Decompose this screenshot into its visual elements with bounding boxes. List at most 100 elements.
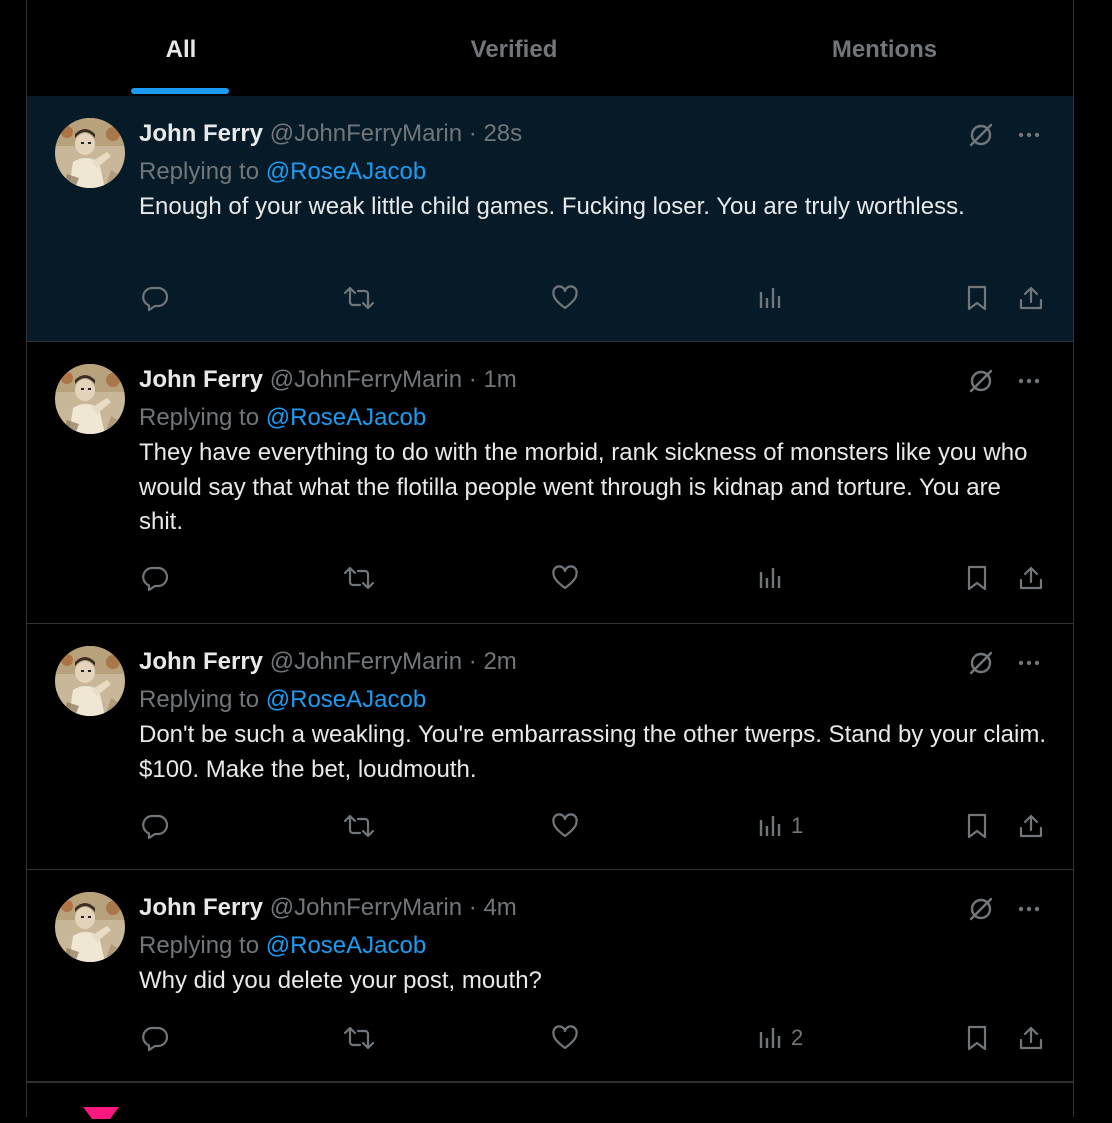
replying-to: Replying to @RoseAJacob [139,404,426,432]
tweet-header: John Ferry @JohnFerryMarin · 28s [139,120,522,148]
timestamp[interactable]: · 4m [469,894,517,921]
tab-all-label: All [165,36,197,63]
tweet[interactable]: John Ferry @JohnFerryMarin · 2m Replying… [27,624,1073,870]
bookmark-button[interactable] [963,284,991,312]
more-icon[interactable] [1015,649,1043,677]
views-icon [757,564,785,592]
avatar[interactable] [55,364,125,434]
share-button[interactable] [1017,812,1045,840]
bookmark-button[interactable] [963,1024,991,1052]
tweet-actions: 2 [27,1024,1073,1064]
tab-bar: All Verified Mentions [27,0,1073,97]
author-name[interactable]: John Ferry [139,120,263,147]
tweet[interactable]: John Ferry @JohnFerryMarin · 1m Replying… [27,342,1073,624]
replying-prefix: Replying to [139,686,260,713]
like-button[interactable] [551,812,579,840]
more-icon[interactable] [1015,367,1043,395]
tweet-top-icons [967,895,1043,923]
views-button[interactable]: 1 [757,812,803,840]
retweet-button[interactable] [343,812,375,840]
tweet-top-icons [967,649,1043,677]
like-icon [551,812,579,840]
share-icon [1017,564,1045,592]
replying-prefix: Replying to [139,404,260,431]
tweet-top-icons [967,121,1043,149]
tweet-header: John Ferry @JohnFerryMarin · 1m [139,366,517,394]
views-button[interactable] [757,564,791,592]
like-button[interactable] [551,1024,579,1052]
replying-prefix: Replying to [139,932,260,959]
share-icon [1017,812,1045,840]
views-count: 2 [791,1025,804,1050]
tweet-text: They have everything to do with the morb… [139,439,1028,535]
bookmark-icon [963,1024,991,1052]
avatar[interactable] [55,892,125,962]
mention-link[interactable]: @RoseAJacob [266,686,426,713]
replying-to: Replying to @RoseAJacob [139,686,426,714]
like-button[interactable] [551,564,579,592]
views-button[interactable]: 2 [757,1024,803,1052]
retweet-icon [343,1024,375,1052]
tab-verified-label: Verified [470,36,558,63]
bookmark-button[interactable] [963,812,991,840]
reply-icon [141,812,169,840]
author-name[interactable]: John Ferry [139,648,263,675]
grok-icon[interactable] [967,649,995,677]
reply-button[interactable] [141,812,169,840]
mention-link[interactable]: @RoseAJacob [266,404,426,431]
tab-all[interactable]: All [131,0,231,96]
avatar[interactable] [55,646,125,716]
author-name[interactable]: John Ferry [139,366,263,393]
share-button[interactable] [1017,564,1045,592]
retweet-button[interactable] [343,284,375,312]
grok-icon[interactable] [967,367,995,395]
replying-to: Replying to @RoseAJacob [139,932,426,960]
tweet-top-icons [967,367,1043,395]
author-name[interactable]: John Ferry [139,894,263,921]
views-button[interactable] [757,284,791,312]
tweet-actions: 1 [27,812,1073,852]
reply-button[interactable] [141,564,169,592]
timestamp[interactable]: · 1m [469,366,517,393]
grok-icon[interactable] [967,121,995,149]
tab-verified[interactable]: Verified [464,0,564,96]
like-icon [551,564,579,592]
tab-mentions-label: Mentions [831,36,938,63]
reply-icon [141,1024,169,1052]
like-button[interactable] [551,284,579,312]
timestamp[interactable]: · 2m [469,648,517,675]
author-handle[interactable]: @JohnFerryMarin [270,894,462,921]
reply-icon [141,564,169,592]
like-icon [551,1024,579,1052]
reply-button[interactable] [141,284,169,312]
retweet-button[interactable] [343,1024,375,1052]
mention-link[interactable]: @RoseAJacob [266,158,426,185]
share-button[interactable] [1017,1024,1045,1052]
replying-prefix: Replying to [139,158,260,185]
share-icon [1017,1024,1045,1052]
views-icon [757,284,785,312]
more-icon[interactable] [1015,121,1043,149]
retweet-icon [343,812,375,840]
retweet-button[interactable] [343,564,375,592]
author-handle[interactable]: @JohnFerryMarin [270,366,462,393]
tweet[interactable]: John Ferry @JohnFerryMarin · 28s Replyin… [27,96,1073,342]
avatar[interactable] [55,118,125,188]
share-icon [1017,284,1045,312]
notifications-column: All Verified Mentions John Ferry @JohnFe… [26,0,1074,1119]
more-icon[interactable] [1015,895,1043,923]
tweet[interactable]: John Ferry @JohnFerryMarin · 4m Replying… [27,870,1073,1082]
views-icon [757,812,785,840]
author-handle[interactable]: @JohnFerryMarin [270,120,462,147]
share-button[interactable] [1017,284,1045,312]
tweet-header: John Ferry @JohnFerryMarin · 4m [139,894,517,922]
retweet-icon [343,564,375,592]
retweet-icon [343,284,375,312]
reply-button[interactable] [141,1024,169,1052]
mention-link[interactable]: @RoseAJacob [266,932,426,959]
grok-icon[interactable] [967,895,995,923]
tab-mentions[interactable]: Mentions [797,0,972,96]
author-handle[interactable]: @JohnFerryMarin [270,648,462,675]
timestamp[interactable]: · 28s [469,120,522,147]
bookmark-button[interactable] [963,564,991,592]
